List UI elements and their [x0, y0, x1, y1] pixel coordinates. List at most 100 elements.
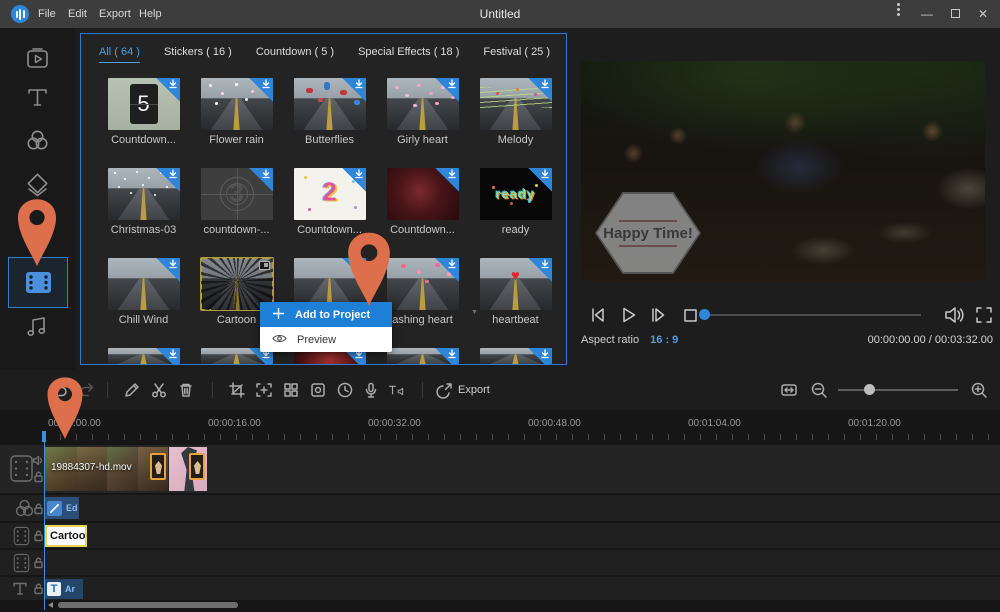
- mosaic-icon[interactable]: [282, 381, 300, 399]
- play-icon[interactable]: [617, 304, 639, 326]
- element-clip-cartoon[interactable]: Cartoo: [45, 525, 87, 547]
- effect-clip[interactable]: Ed: [45, 497, 79, 519]
- tab-0[interactable]: All ( 64 ): [99, 46, 140, 63]
- filters-icon[interactable]: [24, 127, 51, 154]
- element-item[interactable]: [97, 348, 190, 364]
- download-badge-icon: [249, 78, 273, 102]
- video-library-icon[interactable]: [24, 45, 51, 72]
- previous-frame-icon[interactable]: [587, 304, 609, 326]
- element-thumbnail[interactable]: [294, 78, 366, 130]
- ruler-timecode: 00:00:48.00: [528, 418, 581, 429]
- scrollbar-thumb[interactable]: [58, 602, 238, 608]
- tab-2[interactable]: Countdown ( 5 ): [256, 46, 334, 63]
- zoom-frame-icon[interactable]: [255, 381, 273, 399]
- export-button[interactable]: Export: [458, 384, 490, 396]
- volume-icon[interactable]: [941, 304, 965, 326]
- zoom-out-icon[interactable]: [810, 381, 828, 399]
- panel-scroll-down-icon[interactable]: ▼: [471, 309, 478, 316]
- element-item[interactable]: Melody: [469, 78, 562, 146]
- element-thumbnail[interactable]: [108, 348, 180, 364]
- cut-icon[interactable]: [150, 381, 168, 399]
- element-label: Melody: [469, 134, 562, 146]
- element-thumbnail[interactable]: [108, 258, 180, 310]
- fit-timeline-icon[interactable]: [780, 381, 798, 399]
- scroll-left-icon[interactable]: [48, 602, 53, 608]
- download-badge-icon: [435, 348, 459, 364]
- preview-progress-handle[interactable]: [699, 309, 710, 320]
- export-icon[interactable]: [436, 381, 454, 399]
- element-label: Butterflies: [283, 134, 376, 146]
- element-thumbnail[interactable]: [480, 348, 552, 364]
- element-thumbnail[interactable]: [387, 258, 459, 310]
- track-lock-icon[interactable]: [33, 557, 44, 569]
- duration-icon[interactable]: [336, 381, 354, 399]
- element-item[interactable]: Girly heart: [376, 78, 469, 146]
- timeline-horizontal-scrollbar[interactable]: [0, 601, 1000, 609]
- tutorial-pin-sidebar: [14, 197, 60, 267]
- menu-item-preview[interactable]: Preview: [260, 327, 392, 352]
- crop-icon[interactable]: [228, 381, 246, 399]
- element-thumbnail[interactable]: 2: [294, 168, 366, 220]
- download-badge-icon: [528, 258, 552, 282]
- text-clip[interactable]: T Ar: [45, 579, 83, 599]
- fullscreen-icon[interactable]: [973, 304, 995, 326]
- next-frame-icon[interactable]: [647, 304, 669, 326]
- download-badge-icon: [156, 348, 180, 364]
- track-lock-icon[interactable]: [33, 471, 44, 483]
- element-item[interactable]: [469, 348, 562, 364]
- voiceover-icon[interactable]: [362, 381, 380, 399]
- playhead[interactable]: [44, 431, 45, 610]
- track-lock-icon[interactable]: [33, 503, 44, 515]
- close-button[interactable]: ✕: [970, 0, 996, 28]
- edit-icon[interactable]: [123, 381, 141, 399]
- in-use-badge-icon: [259, 261, 270, 270]
- tab-4[interactable]: Festival ( 25 ): [483, 46, 550, 63]
- track-lock-icon[interactable]: [33, 583, 44, 595]
- music-icon[interactable]: [24, 313, 51, 340]
- element-item[interactable]: Countdown...: [376, 168, 469, 236]
- preview-progress-bar[interactable]: [703, 314, 921, 316]
- track-audio-icon[interactable]: [32, 455, 44, 466]
- maximize-button[interactable]: [942, 0, 968, 28]
- element-thumbnail[interactable]: [480, 78, 552, 130]
- timeline-zoom-handle[interactable]: [864, 384, 875, 395]
- stop-icon[interactable]: [679, 304, 701, 326]
- zoom-in-icon[interactable]: [970, 381, 988, 399]
- element-thumbnail[interactable]: ready: [480, 168, 552, 220]
- text-icon[interactable]: [24, 84, 51, 111]
- element-item[interactable]: ready ready: [469, 168, 562, 236]
- aspect-ratio-label: Aspect ratio: [581, 334, 639, 346]
- text-to-speech-icon[interactable]: [388, 381, 406, 399]
- delete-icon[interactable]: [177, 381, 195, 399]
- element-thumbnail[interactable]: ♥: [480, 258, 552, 310]
- element-thumbnail[interactable]: [387, 78, 459, 130]
- window-title: Untitled: [0, 0, 1000, 28]
- transition-badge-icon[interactable]: [189, 453, 205, 480]
- transition-badge-icon[interactable]: [150, 453, 166, 480]
- download-badge-icon: [156, 258, 180, 282]
- element-item[interactable]: Christmas-03: [97, 168, 190, 236]
- more-options-icon[interactable]: [885, 0, 911, 28]
- element-thumbnail[interactable]: 3: [201, 168, 273, 220]
- element-thumbnail[interactable]: [108, 168, 180, 220]
- freeze-frame-icon[interactable]: [309, 381, 327, 399]
- element-thumbnail[interactable]: [201, 78, 273, 130]
- tab-3[interactable]: Special Effects ( 18 ): [358, 46, 459, 63]
- element-thumbnail[interactable]: 5: [108, 78, 180, 130]
- element-item[interactable]: 3 countdown-...: [190, 168, 283, 236]
- element-item[interactable]: 2 Countdown...: [283, 168, 376, 236]
- text-clip-label: Ar: [65, 584, 75, 594]
- element-item[interactable]: Butterflies: [283, 78, 376, 146]
- element-item[interactable]: 5 Countdown...: [97, 78, 190, 146]
- element-item[interactable]: Flower rain: [190, 78, 283, 146]
- element-thumbnail[interactable]: [387, 348, 459, 364]
- element-item[interactable]: Chill Wind: [97, 258, 190, 326]
- element-thumbnail[interactable]: [387, 168, 459, 220]
- aspect-ratio-value[interactable]: 16 : 9: [650, 334, 678, 346]
- track-lock-icon[interactable]: [33, 530, 44, 542]
- element-item[interactable]: ♥ heartbeat: [469, 258, 562, 326]
- overlay-icon[interactable]: [24, 173, 51, 200]
- minimize-button[interactable]: —: [914, 0, 940, 28]
- tab-1[interactable]: Stickers ( 16 ): [164, 46, 232, 63]
- timeline-zoom-slider[interactable]: [838, 389, 958, 391]
